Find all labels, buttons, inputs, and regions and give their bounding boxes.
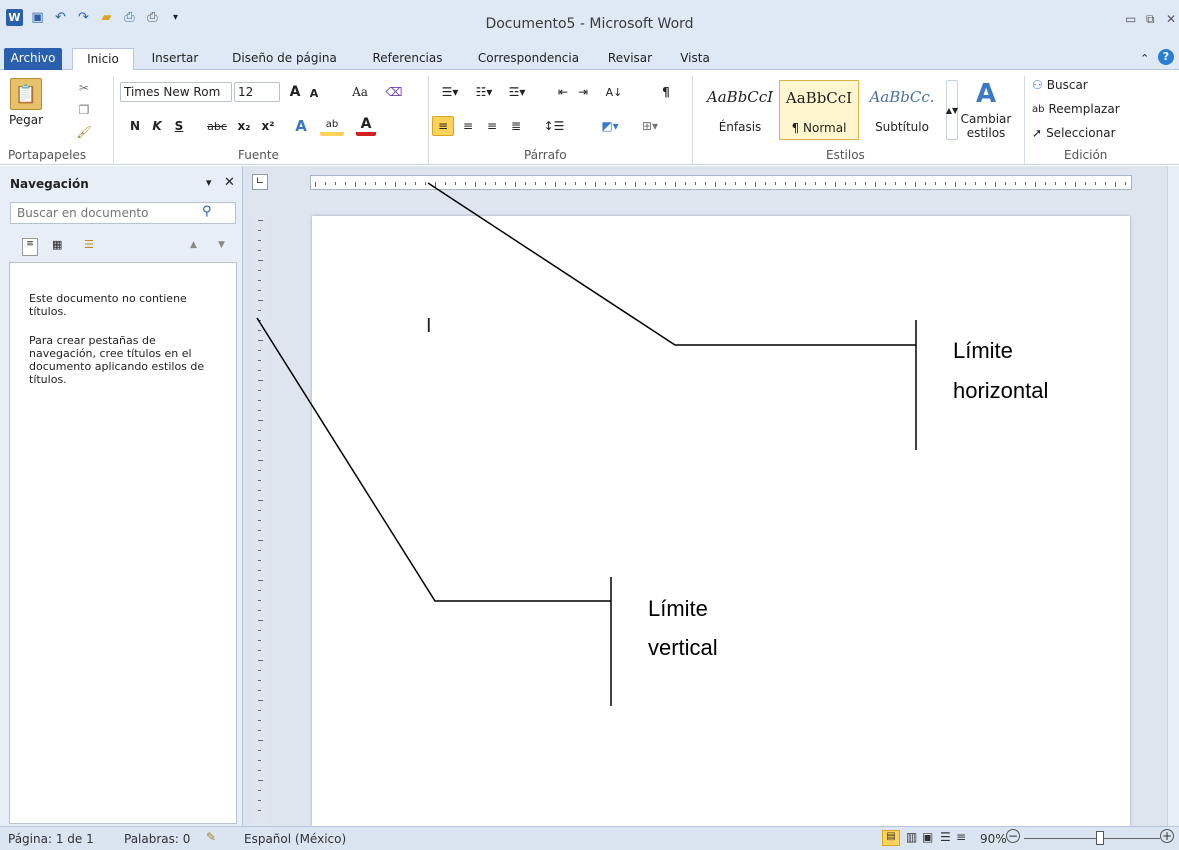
zoom-in-icon[interactable]: + (1160, 829, 1174, 843)
view-outline-icon[interactable]: ☰ (940, 830, 951, 844)
view-print-layout-icon[interactable]: ▤ (882, 830, 900, 846)
view-web-icon[interactable]: ▣ (922, 830, 933, 844)
view-draft-icon[interactable]: ≡ (956, 830, 966, 844)
status-page[interactable]: Página: 1 de 1 (8, 832, 94, 846)
view-reading-icon[interactable]: ▥ (906, 830, 917, 844)
zoom-slider-handle[interactable] (1096, 831, 1104, 845)
proofing-icon[interactable]: ✎ (206, 830, 216, 844)
status-language[interactable]: Español (México) (244, 832, 346, 846)
callout-vertical-line1: Límite (648, 596, 708, 621)
callout-horizontal-line2: horizontal (953, 378, 1049, 403)
callout-vertical-line2: vertical (648, 635, 718, 660)
status-words[interactable]: Palabras: 0 (124, 832, 190, 846)
callout-lines (256, 182, 917, 706)
zoom-level[interactable]: 90% (980, 832, 1007, 846)
zoom-out-icon[interactable]: − (1006, 829, 1020, 843)
callout-horizontal-line1: Límite (953, 338, 1013, 363)
zoom-slider[interactable] (1024, 838, 1160, 839)
